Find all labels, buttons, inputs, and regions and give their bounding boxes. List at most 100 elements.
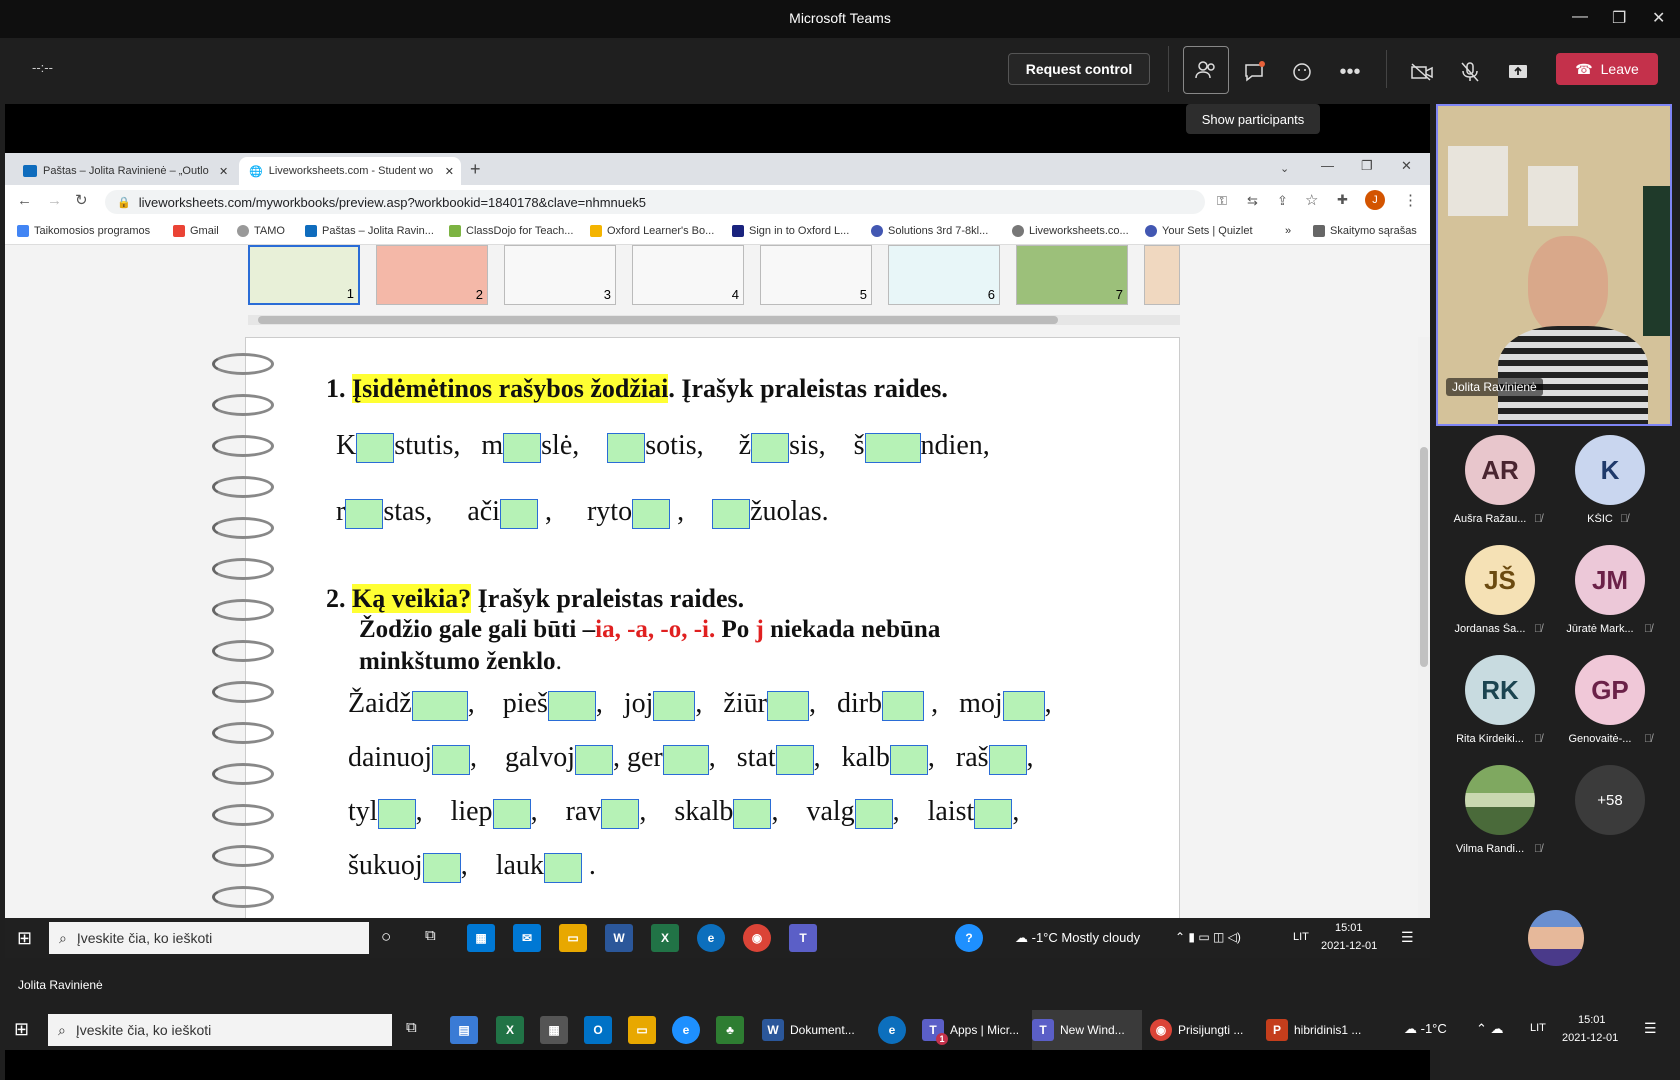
- forward-icon[interactable]: →: [47, 192, 62, 209]
- mail-icon[interactable]: ✉: [513, 924, 541, 952]
- answer-field[interactable]: [632, 498, 671, 529]
- page-thumbnail[interactable]: 4: [632, 245, 744, 305]
- answer-field[interactable]: [864, 432, 921, 463]
- mic-off-icon[interactable]: [1452, 54, 1488, 90]
- more-participants-button[interactable]: +58: [1575, 765, 1645, 835]
- avatar[interactable]: JM: [1575, 545, 1645, 615]
- restore-icon[interactable]: ❐: [1361, 158, 1373, 174]
- avatar-photo[interactable]: [1465, 765, 1535, 835]
- windows-start-icon[interactable]: ⊞: [14, 1019, 29, 1040]
- calculator-icon[interactable]: ▦: [540, 1016, 568, 1044]
- answer-field[interactable]: [432, 744, 470, 775]
- bookmark-solutions[interactable]: Solutions 3rd 7-8kl...: [871, 225, 988, 237]
- answer-field[interactable]: [411, 690, 468, 721]
- taskbar-search-input[interactable]: ⌕ Įveskite čia, ko ieškoti: [48, 1014, 392, 1046]
- edge-icon[interactable]: e: [878, 1016, 906, 1044]
- page-thumbnail[interactable]: 1: [248, 245, 360, 305]
- avatar[interactable]: GP: [1575, 655, 1645, 725]
- weather-widget[interactable]: ☁ -1°C: [1404, 1021, 1447, 1037]
- avatar[interactable]: JŠ: [1465, 545, 1535, 615]
- task-view-icon[interactable]: ⧉: [425, 927, 436, 944]
- notifications-icon[interactable]: ☰: [1644, 1020, 1657, 1037]
- bookmark-quizlet[interactable]: Your Sets | Quizlet: [1145, 225, 1253, 237]
- share-screen-icon[interactable]: [1500, 54, 1536, 90]
- bookmark-outlook[interactable]: Paštas – Jolita Ravin...: [305, 225, 434, 237]
- reactions-icon[interactable]: [1284, 54, 1320, 90]
- answer-field[interactable]: [775, 744, 814, 775]
- thumbnail-scrollbar[interactable]: [248, 315, 1180, 325]
- tab-outlook[interactable]: Paštas – Jolita Ravinienė – „Outlo ✕: [13, 157, 235, 185]
- page-scrollbar[interactable]: [1418, 337, 1430, 918]
- minimize-icon[interactable]: —: [1321, 158, 1334, 173]
- close-icon[interactable]: ✕: [1652, 8, 1665, 28]
- key-icon[interactable]: ⚿: [1217, 193, 1227, 209]
- answer-field[interactable]: [377, 798, 416, 829]
- chrome-icon[interactable]: ◉: [743, 924, 771, 952]
- presenter-video[interactable]: Jolita Ravinienė: [1436, 104, 1672, 426]
- answer-field[interactable]: [601, 798, 640, 829]
- outlook-icon[interactable]: O: [584, 1016, 612, 1044]
- maximize-icon[interactable]: ❐: [1612, 8, 1626, 28]
- answer-field[interactable]: [889, 744, 928, 775]
- bookmark-apps[interactable]: Taikomosios programos: [17, 225, 150, 237]
- internet-explorer-icon[interactable]: e: [672, 1016, 700, 1044]
- excel-icon[interactable]: X: [651, 924, 679, 952]
- answer-field[interactable]: [854, 798, 893, 829]
- avatar[interactable]: RK: [1465, 655, 1535, 725]
- answer-field[interactable]: [662, 744, 709, 775]
- edge-icon[interactable]: e: [697, 924, 725, 952]
- participants-icon[interactable]: [1183, 46, 1229, 94]
- leave-button[interactable]: ☎ Leave: [1556, 53, 1658, 85]
- task-view-icon[interactable]: ⧉: [406, 1019, 417, 1036]
- tab-search-icon[interactable]: ⌄: [1280, 162, 1289, 175]
- avatar[interactable]: K: [1575, 435, 1645, 505]
- answer-field[interactable]: [766, 690, 809, 721]
- url-field[interactable]: 🔒 liveworksheets.com/myworkbooks/preview…: [105, 190, 1205, 214]
- answer-field[interactable]: [607, 432, 646, 463]
- bookmark-liveworksheets[interactable]: Liveworksheets.co...: [1012, 225, 1129, 237]
- bookmark-star-icon[interactable]: ☆: [1305, 191, 1318, 209]
- menu-icon[interactable]: ⋮: [1403, 191, 1418, 209]
- chat-icon[interactable]: [1236, 54, 1272, 90]
- page-thumbnail[interactable]: 3: [504, 245, 616, 305]
- new-tab-icon[interactable]: +: [470, 159, 481, 180]
- answer-field[interactable]: [499, 498, 538, 529]
- taskbar-app-teams-apps[interactable]: T 1 Apps | Micr...: [922, 1010, 1034, 1050]
- reload-icon[interactable]: ↻: [75, 191, 88, 209]
- language-indicator[interactable]: LIT: [1293, 931, 1309, 943]
- answer-field[interactable]: [356, 432, 395, 463]
- more-actions-icon[interactable]: •••: [1332, 54, 1368, 90]
- file-explorer-icon[interactable]: ▭: [559, 924, 587, 952]
- avatar[interactable]: AR: [1465, 435, 1535, 505]
- self-avatar[interactable]: [1528, 910, 1584, 966]
- page-thumbnail[interactable]: 7: [1016, 245, 1128, 305]
- request-control-button[interactable]: Request control: [1008, 53, 1150, 85]
- answer-field[interactable]: [422, 852, 461, 883]
- cortana-icon[interactable]: ○: [381, 927, 391, 947]
- answer-field[interactable]: [575, 744, 613, 775]
- app-icon[interactable]: ▤: [450, 1016, 478, 1044]
- answer-field[interactable]: [733, 798, 772, 829]
- scroll-thumb[interactable]: [1420, 447, 1428, 667]
- back-icon[interactable]: ←: [17, 192, 32, 209]
- close-tab-icon[interactable]: ✕: [445, 165, 454, 178]
- page-thumbnail[interactable]: 5: [760, 245, 872, 305]
- more-bookmarks-button[interactable]: »: [1285, 225, 1291, 237]
- excel-icon[interactable]: X: [496, 1016, 524, 1044]
- file-explorer-icon[interactable]: ▭: [628, 1016, 656, 1044]
- bookmark-oxford-learners[interactable]: Oxford Learner's Bo...: [590, 225, 714, 237]
- app-icon[interactable]: ♣: [716, 1016, 744, 1044]
- word-icon[interactable]: W: [605, 924, 633, 952]
- bookmark-classdojo[interactable]: ClassDojo for Teach...: [449, 225, 573, 237]
- bookmark-tamo[interactable]: TAMO: [237, 225, 285, 237]
- reading-list[interactable]: Skaitymo sąrašas: [1313, 225, 1417, 237]
- answer-field[interactable]: [653, 690, 696, 721]
- page-thumbnail[interactable]: 6: [888, 245, 1000, 305]
- taskbar-app-powerpoint[interactable]: Phibridinis1 ...: [1266, 1010, 1378, 1050]
- bookmark-gmail[interactable]: Gmail: [173, 225, 219, 237]
- profile-avatar[interactable]: J: [1365, 190, 1385, 210]
- close-icon[interactable]: ✕: [1401, 158, 1412, 174]
- answer-field[interactable]: [1002, 690, 1045, 721]
- answer-field[interactable]: [345, 498, 384, 529]
- camera-off-icon[interactable]: [1404, 54, 1440, 90]
